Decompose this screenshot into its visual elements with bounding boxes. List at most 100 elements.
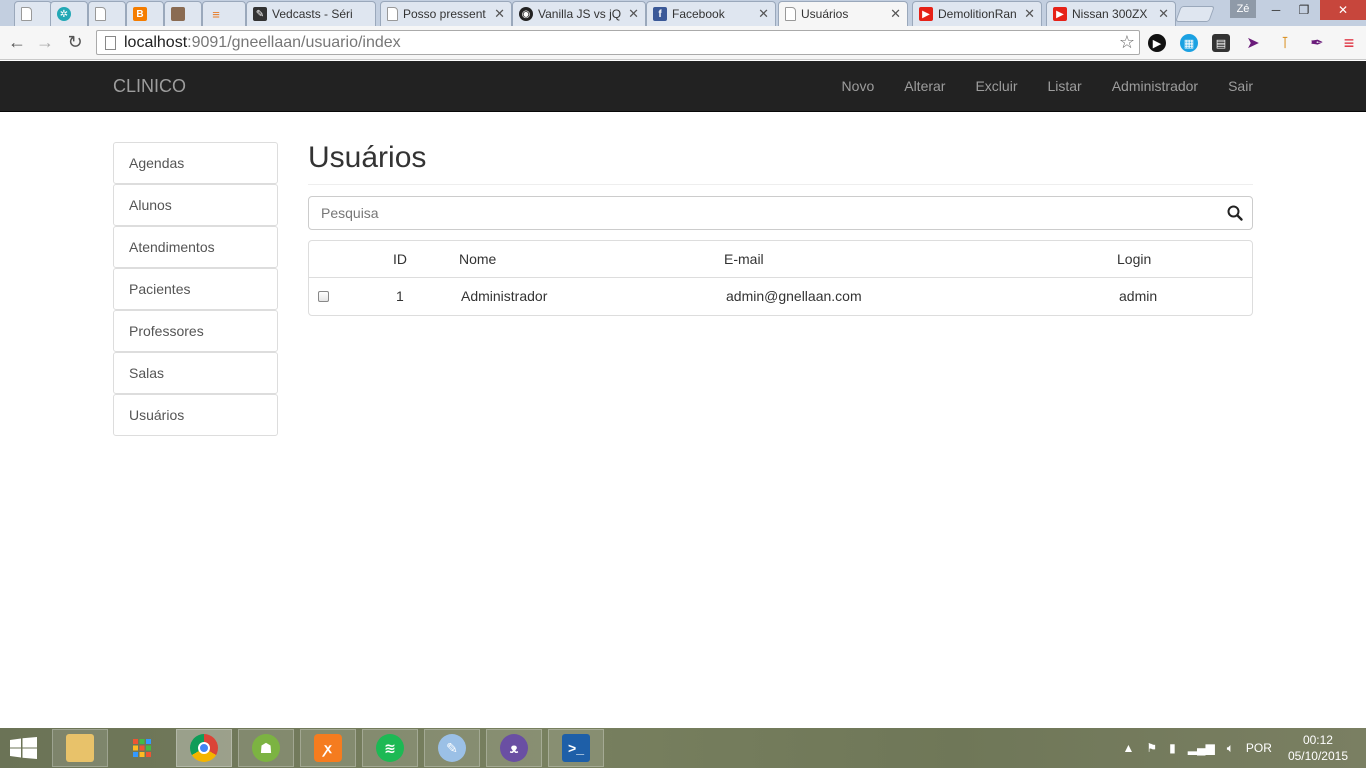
- nav-administrador[interactable]: Administrador: [1097, 61, 1213, 111]
- close-icon[interactable]: ✕: [890, 6, 901, 22]
- sidebar-item-agendas[interactable]: Agendas: [113, 142, 278, 184]
- browser-tab[interactable]: ▶ Nissan 300ZX ✕: [1046, 1, 1176, 26]
- avatar-icon: [171, 7, 185, 21]
- row-checkbox[interactable]: [318, 290, 329, 302]
- taskbar-app-green[interactable]: ☗: [238, 729, 294, 767]
- address-bar[interactable]: localhost:9091/gneellaan/usuario/index ☆: [96, 30, 1140, 55]
- system-tray: ▲ ⚑ ▮ ▂▄▆ 🔈︎ POR 00:12 05/10/2015: [1116, 728, 1366, 768]
- table-header-row: ID Nome E-mail Login: [309, 241, 1252, 278]
- pen-icon: ✎: [253, 7, 267, 21]
- xampp-icon: ꭗ: [314, 734, 342, 762]
- browser-tab-active[interactable]: Usuários ✕: [778, 1, 908, 26]
- tool-extension-icon[interactable]: ⊺: [1276, 34, 1294, 52]
- sidebar-item-atendimentos[interactable]: Atendimentos: [113, 226, 278, 268]
- back-icon[interactable]: ←: [6, 31, 28, 53]
- column-header-nome[interactable]: Nome: [459, 241, 724, 278]
- taskbar-powershell[interactable]: >_: [548, 729, 604, 767]
- browser-tab[interactable]: ◉ Vanilla JS vs jQ ✕: [512, 1, 646, 26]
- users-table-panel: ID Nome E-mail Login 1 Administrador adm…: [308, 240, 1253, 316]
- app-icon: ☗: [252, 734, 280, 762]
- browser-tab[interactable]: Posso pressent ✕: [380, 1, 512, 26]
- browser-tab[interactable]: [164, 1, 202, 26]
- sidebar-item-usuarios[interactable]: Usuários: [113, 394, 278, 436]
- taskbar-paint[interactable]: ✎: [424, 729, 480, 767]
- taskbar-spotify[interactable]: ≋: [362, 729, 418, 767]
- volume-icon[interactable]: 🔈︎: [1227, 741, 1234, 756]
- brand-logo[interactable]: CLINICO: [113, 76, 186, 97]
- tab-label: Facebook: [672, 7, 725, 21]
- taskbar-xampp[interactable]: ꭗ: [300, 729, 356, 767]
- nav-listar[interactable]: Listar: [1032, 61, 1096, 111]
- nav-novo[interactable]: Novo: [827, 61, 890, 111]
- column-header-id[interactable]: ID: [389, 241, 459, 278]
- nav-alterar[interactable]: Alterar: [889, 61, 960, 111]
- language-indicator[interactable]: POR: [1246, 741, 1272, 755]
- search-input[interactable]: [309, 197, 1252, 229]
- reload-icon[interactable]: ↻: [64, 31, 86, 53]
- cat-app-icon: ᴥ: [500, 734, 528, 762]
- chrome-icon: [190, 734, 218, 762]
- tray-expand-icon[interactable]: ▲: [1122, 741, 1134, 755]
- nav-excluir[interactable]: Excluir: [960, 61, 1032, 111]
- forward-icon[interactable]: →: [34, 31, 56, 53]
- app-navbar: CLINICO Novo Alterar Excluir Listar Admi…: [0, 61, 1366, 112]
- sidebar-item-alunos[interactable]: Alunos: [113, 184, 278, 226]
- signal-icon[interactable]: ▂▄▆: [1188, 741, 1215, 755]
- search-icon[interactable]: [1226, 204, 1244, 222]
- folder-icon: [66, 734, 94, 762]
- tab-label: DemolitionRan: [938, 7, 1017, 21]
- sidebar-item-professores[interactable]: Professores: [113, 310, 278, 352]
- windows-taskbar: ☗ ꭗ ≋ ✎ ᴥ >_ ▲ ⚑ ▮ ▂▄▆ 🔈︎ POR 00:12 05/1…: [0, 728, 1366, 768]
- tab-label: Posso pressent: [403, 7, 486, 21]
- browser-tab[interactable]: B: [126, 1, 164, 26]
- sidebar-item-pacientes[interactable]: Pacientes: [113, 268, 278, 310]
- profile-button[interactable]: Zé: [1230, 0, 1256, 18]
- restore-icon[interactable]: ❐: [1290, 0, 1318, 20]
- film-extension-icon[interactable]: ▤: [1212, 34, 1230, 52]
- browser-tab[interactable]: [88, 1, 126, 26]
- play-extension-icon[interactable]: ▶: [1148, 34, 1166, 52]
- youtube-icon: ▶: [1053, 7, 1067, 21]
- close-icon[interactable]: ✕: [758, 6, 769, 22]
- menu-icon[interactable]: ≡: [1340, 33, 1358, 53]
- column-header-email[interactable]: E-mail: [724, 241, 1117, 278]
- windows-start-icon[interactable]: [10, 737, 38, 759]
- powershell-icon: >_: [562, 734, 590, 762]
- taskbar-chrome[interactable]: [176, 729, 232, 767]
- sidebar-item-salas[interactable]: Salas: [113, 352, 278, 394]
- wand-extension-icon[interactable]: ✒: [1308, 34, 1326, 52]
- close-window-button[interactable]: ✕: [1320, 0, 1366, 20]
- arrow-extension-icon[interactable]: ➤: [1244, 34, 1262, 52]
- minimize-icon[interactable]: ─: [1262, 0, 1290, 20]
- browser-tab[interactable]: ✲: [50, 1, 88, 26]
- tab-label: Nissan 300ZX: [1072, 7, 1148, 21]
- extension-icon[interactable]: ▦: [1180, 34, 1198, 52]
- taskbar-apps[interactable]: [114, 729, 170, 767]
- close-icon[interactable]: ✕: [494, 6, 505, 22]
- clock[interactable]: 00:12 05/10/2015: [1288, 732, 1348, 764]
- column-header-login[interactable]: Login: [1117, 241, 1252, 278]
- bookmark-star-icon[interactable]: ☆: [1119, 32, 1135, 53]
- taskbar-file-explorer[interactable]: [52, 729, 108, 767]
- address-path: :9091/gneellaan/usuario/index: [187, 33, 401, 51]
- new-tab-button[interactable]: [1175, 6, 1215, 22]
- page-icon: [387, 7, 398, 21]
- nav-sair[interactable]: Sair: [1213, 61, 1253, 111]
- paint-palette-icon: ✎: [438, 734, 466, 762]
- close-icon[interactable]: ✕: [1024, 6, 1035, 22]
- spotify-icon: ≋: [376, 734, 404, 762]
- close-icon[interactable]: ✕: [628, 6, 639, 22]
- network-alert-icon[interactable]: ⚑: [1146, 741, 1157, 755]
- browser-tab[interactable]: ✎ Vedcasts - Séri: [246, 1, 376, 26]
- browser-tab[interactable]: ≡: [202, 1, 246, 26]
- browser-tab[interactable]: ▶ DemolitionRan ✕: [912, 1, 1042, 26]
- close-icon[interactable]: ✕: [1158, 6, 1169, 22]
- users-table: ID Nome E-mail Login 1 Administrador adm…: [309, 241, 1252, 315]
- battery-icon[interactable]: ▮: [1169, 741, 1176, 755]
- taskbar-app-cat[interactable]: ᴥ: [486, 729, 542, 767]
- browser-tab-strip: ✲ B ≡ ✎ Vedcasts - Séri Posso pressent ✕ ◉…: [0, 0, 1366, 26]
- browser-tab[interactable]: f Facebook ✕: [646, 1, 776, 26]
- table-row[interactable]: 1 Administrador admin@gnellaan.com admin: [309, 277, 1252, 315]
- browser-tab[interactable]: [14, 1, 52, 26]
- cell-nome: Administrador: [461, 288, 548, 305]
